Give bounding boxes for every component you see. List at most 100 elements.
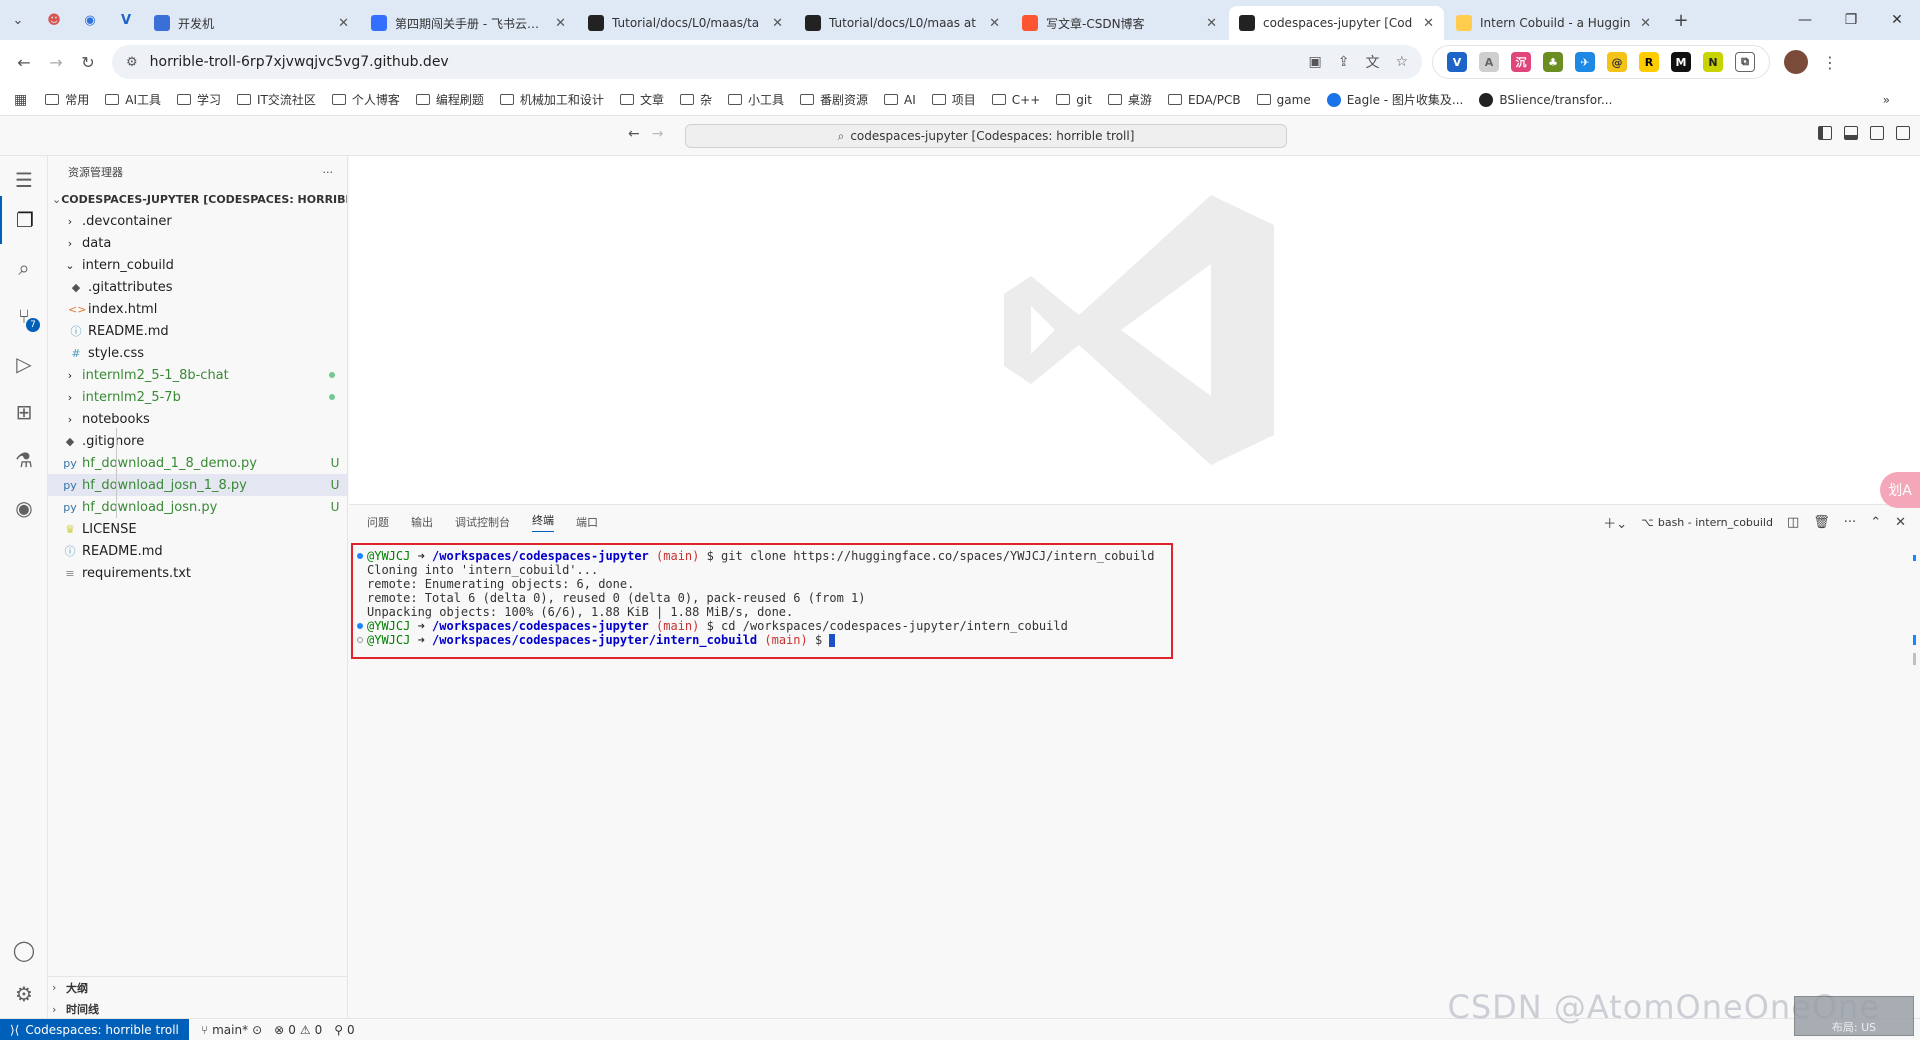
bookmark-item[interactable]: 文章: [619, 91, 664, 108]
extensions-puzzle-icon[interactable]: ⧉: [1735, 52, 1755, 72]
site-info-icon[interactable]: ⚙: [126, 55, 138, 70]
customize-layout-icon[interactable]: [1896, 126, 1910, 140]
remote-indicator[interactable]: ⟩⟨ Codespaces: horrible troll: [0, 1018, 189, 1040]
bookmark-item[interactable]: 个人博客: [331, 91, 400, 108]
close-tab-icon[interactable]: ✕: [338, 16, 349, 31]
tree-folder[interactable]: › data: [48, 232, 347, 254]
toggle-panel-icon[interactable]: [1844, 126, 1858, 140]
go-back-icon[interactable]: ←: [628, 126, 640, 142]
browser-tab[interactable]: codespaces-jupyter [Cod ✕: [1229, 6, 1444, 40]
bookmark-item[interactable]: git: [1056, 93, 1092, 107]
bookmark-item[interactable]: IT交流社区: [237, 91, 316, 108]
more-actions-icon[interactable]: ···: [1844, 515, 1856, 530]
go-forward-icon[interactable]: →: [652, 126, 664, 142]
extension-n-icon[interactable]: N: [1703, 52, 1723, 72]
extension-v-icon[interactable]: V: [1447, 52, 1467, 72]
bookmark-item[interactable]: 小工具: [727, 91, 784, 108]
translate-icon[interactable]: 文: [1365, 52, 1379, 72]
pinned-tab-2[interactable]: ◉: [72, 0, 108, 40]
floating-translate-button[interactable]: 划A: [1880, 472, 1920, 508]
extension-bird-icon[interactable]: ✈: [1575, 52, 1595, 72]
back-button[interactable]: ←: [8, 46, 40, 78]
close-panel-icon[interactable]: ✕: [1895, 515, 1906, 530]
url-bar[interactable]: ⚙ horrible-troll-6rp7xjvwqjvc5vg7.github…: [112, 45, 1422, 79]
tree-file[interactable]: ♛ LICENSE: [48, 518, 347, 540]
bookmark-item[interactable]: game: [1256, 93, 1311, 107]
forward-button[interactable]: →: [40, 46, 72, 78]
bookmark-item[interactable]: AI: [884, 93, 916, 107]
bookmark-item[interactable]: 学习: [177, 91, 221, 108]
pinned-tab-3[interactable]: V: [108, 0, 144, 40]
bookmark-item[interactable]: 番剧资源: [799, 91, 868, 108]
workspace-root[interactable]: ⌄ CODESPACES-JUPYTER [CODESPACES: HORRIB…: [48, 188, 347, 210]
tree-file[interactable]: py hf_download_josn.py U: [48, 496, 347, 518]
extension-smile-icon[interactable]: @: [1607, 52, 1627, 72]
tree-file[interactable]: ≡ requirements.txt: [48, 562, 347, 584]
bookmark-item[interactable]: 编程刷题: [415, 91, 484, 108]
panel-tab[interactable]: 问题: [367, 514, 389, 530]
bookmark-item[interactable]: 机械加工和设计: [499, 91, 604, 108]
reload-button[interactable]: ↻: [72, 46, 104, 78]
pinned-tab-1[interactable]: ☻: [36, 0, 72, 40]
new-terminal-icon[interactable]: ＋⌄: [1603, 513, 1627, 532]
terminal-output[interactable]: @YWJCJ ➜ /workspaces/codespaces-jupyter …: [351, 543, 1173, 659]
browser-tab[interactable]: 开发机 ✕: [144, 6, 359, 40]
panel-tab[interactable]: 终端: [532, 512, 554, 532]
bookmark-item[interactable]: 常用: [45, 91, 89, 108]
run-debug-button[interactable]: ▷: [0, 340, 48, 388]
close-tab-icon[interactable]: ✕: [1640, 16, 1651, 31]
split-terminal-icon[interactable]: ◫: [1787, 515, 1799, 530]
browser-tab[interactable]: Tutorial/docs/L0/maas at ✕: [795, 6, 1010, 40]
panel-tab[interactable]: 输出: [411, 514, 433, 530]
tree-folder[interactable]: › notebooks: [48, 408, 347, 430]
github-button[interactable]: ◉: [0, 484, 48, 532]
extension-a-icon[interactable]: A: [1479, 52, 1499, 72]
bookmark-item[interactable]: EDA/PCB: [1167, 93, 1241, 107]
extension-m-icon[interactable]: M: [1671, 52, 1691, 72]
profile-avatar[interactable]: [1784, 50, 1808, 74]
tree-file[interactable]: ⓘ README.md: [48, 540, 347, 562]
tree-folder[interactable]: › internlm2_5-7b: [48, 386, 347, 408]
explorer-button[interactable]: ❐: [0, 196, 48, 244]
browser-tab[interactable]: 第四期闯关手册 - 飞书云文档 ✕: [361, 6, 576, 40]
manage-button[interactable]: ⚙: [0, 970, 48, 1018]
browser-tab[interactable]: Tutorial/docs/L0/maas/ta ✕: [578, 6, 793, 40]
close-tab-icon[interactable]: ✕: [555, 16, 566, 31]
tree-file[interactable]: # style.css: [48, 342, 347, 364]
bookmark-star-icon[interactable]: ☆: [1395, 54, 1408, 70]
tree-file[interactable]: ◆ .gitattributes: [48, 276, 347, 298]
cast-icon[interactable]: ⇪: [1338, 54, 1350, 70]
panel-tab[interactable]: 端口: [576, 514, 598, 530]
close-window-icon[interactable]: ✕: [1874, 0, 1920, 40]
command-status-dot[interactable]: [357, 637, 363, 643]
install-app-icon[interactable]: ▣: [1308, 54, 1321, 70]
tree-folder[interactable]: ⌄ intern_cobuild: [48, 254, 347, 276]
timeline-section[interactable]: › 时间线: [48, 998, 348, 1020]
url-text[interactable]: horrible-troll-6rp7xjvwqjvc5vg7.github.d…: [150, 54, 1293, 70]
restore-icon[interactable]: ❐: [1828, 0, 1874, 40]
close-tab-icon[interactable]: ✕: [1206, 16, 1217, 31]
bookmarks-overflow[interactable]: »: [1883, 93, 1890, 107]
apps-grid-icon[interactable]: ▦: [14, 92, 27, 108]
testing-button[interactable]: ⚗: [0, 436, 48, 484]
browser-tab[interactable]: Intern Cobuild - a Huggin ✕: [1446, 6, 1661, 40]
bookmark-item[interactable]: Eagle - 图片收集及...: [1326, 91, 1463, 108]
tree-file[interactable]: ◆ .gitignore: [48, 430, 347, 452]
bookmark-item[interactable]: C++: [991, 93, 1040, 107]
close-tab-icon[interactable]: ✕: [772, 16, 783, 31]
extension-r-icon[interactable]: R: [1639, 52, 1659, 72]
tree-folder[interactable]: › .devcontainer: [48, 210, 347, 232]
bookmark-item[interactable]: BSlience/transfor...: [1479, 92, 1612, 107]
bookmark-item[interactable]: AI工具: [105, 91, 161, 108]
extensions-button[interactable]: ⊞: [0, 388, 48, 436]
browser-tab[interactable]: 写文章-CSDN博客 ✕: [1012, 6, 1227, 40]
terminal-selector[interactable]: ⌥ bash - intern_cobuild: [1641, 516, 1773, 529]
bookmark-item[interactable]: 桌游: [1107, 91, 1152, 108]
source-control-button[interactable]: ⑂ 7: [0, 292, 48, 340]
trash-icon[interactable]: 🗑: [1813, 515, 1830, 530]
outline-section[interactable]: › 大纲: [48, 976, 348, 998]
tree-file[interactable]: ⓘ README.md: [48, 320, 347, 342]
panel-tab[interactable]: 调试控制台: [455, 514, 510, 530]
bookmark-item[interactable]: 杂: [679, 91, 712, 108]
browser-menu-icon[interactable]: ⋮: [1822, 53, 1838, 72]
